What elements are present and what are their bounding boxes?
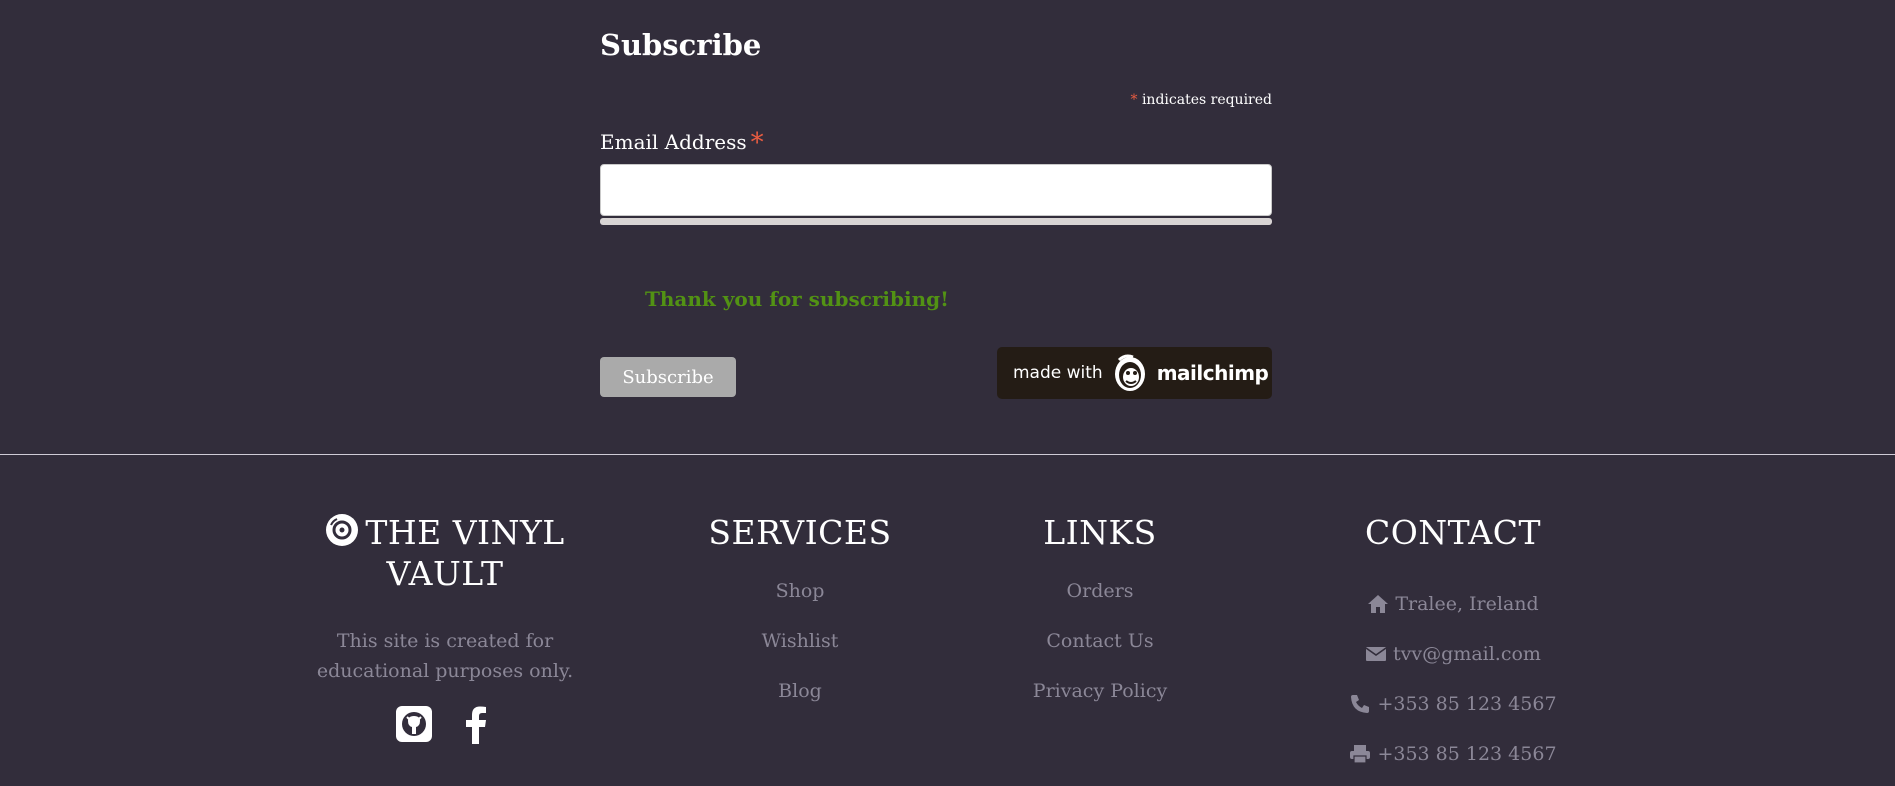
contact-item-fax: +353 85 123 4567 bbox=[1303, 729, 1603, 779]
social-links bbox=[280, 704, 610, 744]
home-icon bbox=[1368, 595, 1389, 613]
brand-title: THE VINYL VAULT bbox=[365, 513, 565, 593]
links-link-privacy-policy[interactable]: Privacy Policy bbox=[1033, 680, 1167, 702]
footer-links: LINKS Orders Contact Us Privacy Policy bbox=[980, 512, 1220, 729]
list-item: Privacy Policy bbox=[980, 679, 1220, 729]
mailchimp-freddie-icon bbox=[1114, 354, 1145, 391]
contact-list: Tralee, Ireland tvv@gmail.com +353 85 12… bbox=[1303, 579, 1603, 779]
email-required-asterisk: * bbox=[750, 128, 764, 158]
links-heading: LINKS bbox=[1043, 513, 1157, 552]
phone-icon bbox=[1351, 695, 1370, 713]
facebook-icon[interactable] bbox=[456, 704, 496, 744]
subscribe-title: Subscribe bbox=[600, 28, 762, 62]
brand-heading: THE VINYL VAULT bbox=[280, 512, 610, 594]
contact-heading: CONTACT bbox=[1365, 513, 1541, 552]
list-item: Shop bbox=[680, 579, 920, 629]
subscribe-form: Subscribe * indicates required Email Add… bbox=[600, 0, 1272, 454]
links-list: Orders Contact Us Privacy Policy bbox=[980, 579, 1220, 729]
contact-phone[interactable]: +353 85 123 4567 bbox=[1377, 692, 1556, 716]
contact-fax: +353 85 123 4567 bbox=[1377, 743, 1557, 765]
email-label-text: Email Address bbox=[600, 130, 747, 154]
services-link-wishlist[interactable]: Wishlist bbox=[762, 630, 839, 652]
required-asterisk: * bbox=[1130, 92, 1138, 108]
footer-divider bbox=[0, 454, 1895, 455]
mailchimp-brand: mailchimp bbox=[1156, 361, 1269, 385]
services-heading: SERVICES bbox=[708, 513, 892, 552]
footer-services: SERVICES Shop Wishlist Blog bbox=[680, 512, 920, 729]
services-link-shop[interactable]: Shop bbox=[776, 580, 825, 602]
contact-item-email: tvv@gmail.com bbox=[1303, 629, 1603, 679]
links-link-contact-us[interactable]: Contact Us bbox=[1046, 630, 1153, 652]
list-item: Orders bbox=[980, 579, 1220, 629]
links-link-orders[interactable]: Orders bbox=[1067, 580, 1134, 602]
list-item: Contact Us bbox=[980, 629, 1220, 679]
footer-contact: CONTACT Tralee, Ireland tvv@gmail.com +3… bbox=[1303, 512, 1603, 779]
email-input-underbar bbox=[600, 218, 1272, 225]
mailchimp-badge[interactable]: made with mailchimp bbox=[997, 347, 1272, 399]
required-note-text: indicates required bbox=[1141, 92, 1272, 108]
contact-item-phone: +353 85 123 4567 bbox=[1303, 679, 1603, 729]
email-input[interactable] bbox=[600, 164, 1272, 216]
mailchimp-made-with: made with bbox=[1013, 363, 1103, 383]
success-message: Thank you for subscribing! bbox=[645, 287, 949, 311]
brand-description: This site is created for educational pur… bbox=[316, 630, 574, 682]
services-link-blog[interactable]: Blog bbox=[778, 680, 822, 702]
vinyl-record-icon bbox=[326, 514, 359, 546]
contact-item-address: Tralee, Ireland bbox=[1303, 579, 1603, 629]
contact-address: Tralee, Ireland bbox=[1395, 593, 1539, 615]
list-item: Blog bbox=[680, 679, 920, 729]
required-note: * indicates required bbox=[1131, 92, 1273, 108]
email-label: Email Address * bbox=[600, 126, 764, 158]
fax-icon bbox=[1350, 745, 1371, 764]
contact-email[interactable]: tvv@gmail.com bbox=[1393, 642, 1541, 666]
services-list: Shop Wishlist Blog bbox=[680, 579, 920, 729]
subscribe-button[interactable]: Subscribe bbox=[600, 357, 736, 397]
list-item: Wishlist bbox=[680, 629, 920, 679]
github-icon[interactable] bbox=[394, 704, 434, 744]
footer-brand: THE VINYL VAULT This site is created for… bbox=[280, 512, 610, 744]
envelope-icon bbox=[1365, 647, 1387, 661]
